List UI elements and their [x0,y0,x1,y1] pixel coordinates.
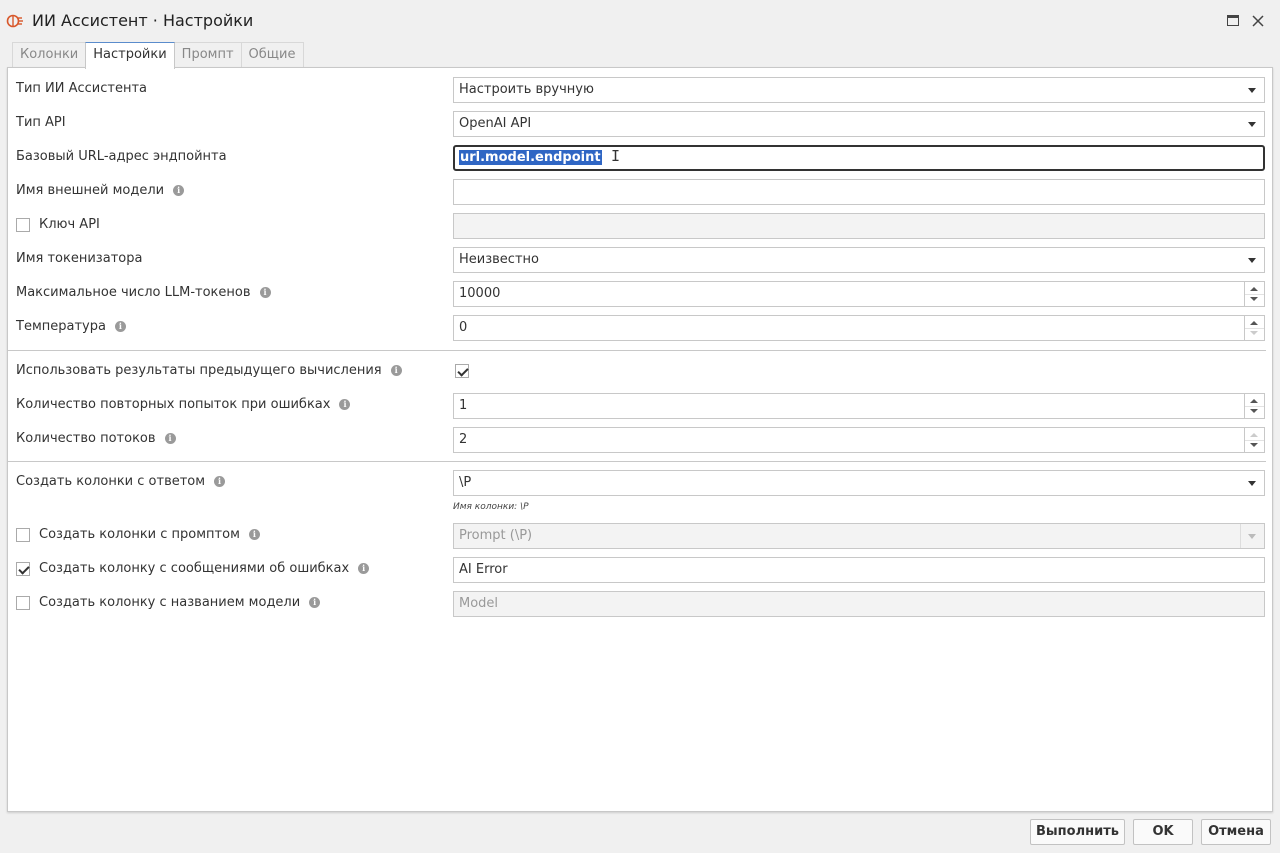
ok-button[interactable]: OK [1133,819,1193,845]
column-name-hint: Имя колонки: \P [453,502,529,512]
threads-row: Количество потоков i 2 [8,427,1274,453]
info-icon[interactable]: i [173,185,185,196]
api-key-checkbox[interactable] [16,217,30,232]
api-key-input [453,213,1265,239]
tab-settings[interactable]: Настройки [85,42,175,69]
use-previous-checkbox[interactable] [455,364,469,378]
info-icon[interactable]: i [248,529,260,540]
endpoint-input[interactable]: url.model.endpoint [453,145,1265,171]
spin-up-icon[interactable] [1250,399,1258,403]
spinner-buttons[interactable] [1244,316,1264,340]
spin-up-icon[interactable] [1250,321,1258,325]
run-button[interactable]: Выполнить [1030,819,1125,845]
tokenizer-row: Имя токенизатора Неизвестно [8,247,1274,273]
endpoint-selected-text: url.model.endpoint [459,150,602,165]
text-cursor-icon: I [611,147,621,165]
ai-brain-icon [6,14,23,28]
model-column-label: Создать колонку с названием модели [39,595,301,610]
temperature-row: Температура i 0 [8,315,1274,341]
spin-up-icon [1250,433,1258,437]
chevron-down-icon [1248,481,1256,486]
spinner-buttons[interactable] [1244,394,1264,418]
tab-bar: Колонки Настройки Промпт Общие [12,42,304,69]
info-icon[interactable]: i [259,287,271,298]
answer-columns-row: Создать колонки с ответом i \P [8,470,1274,496]
prompt-columns-label: Создать колонки с промптом [39,527,240,542]
spin-up-icon[interactable] [1250,287,1258,291]
api-type-row: Тип API OpenAI API [8,111,1274,137]
threads-spinner[interactable]: 2 [453,427,1265,453]
max-tokens-spinner[interactable]: 10000 [453,281,1265,307]
max-tokens-label: Максимальное число LLM-токенов [16,285,251,300]
tab-general[interactable]: Общие [240,42,304,68]
settings-panel: Тип ИИ Ассистента Настроить вручную Тип … [7,67,1273,812]
title-bar: ИИ Ассистент · Настройки [0,0,1280,42]
model-column-input: Model [453,591,1265,617]
retries-row: Количество повторных попыток при ошибках… [8,393,1274,419]
chevron-down-icon [1248,122,1256,127]
assistant-type-row: Тип ИИ Ассистента Настроить вручную [8,77,1274,103]
use-previous-row: Использовать результаты предыдущего вычи… [8,359,1274,385]
assistant-type-label: Тип ИИ Ассистента [16,81,147,96]
chevron-down-icon [1248,534,1256,539]
use-previous-label: Использовать результаты предыдущего вычи… [16,363,382,378]
spin-down-icon[interactable] [1250,297,1258,301]
spin-down-icon[interactable] [1250,443,1258,447]
retries-spinner[interactable]: 1 [453,393,1265,419]
answer-columns-label: Создать колонки с ответом [16,474,206,489]
spin-down-icon[interactable] [1250,409,1258,413]
info-icon[interactable]: i [358,563,370,574]
info-icon[interactable]: i [390,365,402,376]
error-column-checkbox[interactable] [16,561,30,576]
chevron-down-icon [1248,258,1256,263]
external-model-input[interactable] [453,179,1265,205]
api-type-label: Тип API [16,115,66,130]
spinner-buttons[interactable] [1244,428,1264,452]
endpoint-label: Базовый URL-адрес эндпойнта [16,149,227,164]
close-icon[interactable] [1249,12,1267,30]
external-model-row: Имя внешней модели i [8,179,1274,205]
info-icon[interactable]: i [214,476,226,487]
tokenizer-label: Имя токенизатора [16,251,143,266]
assistant-type-select[interactable]: Настроить вручную [453,77,1265,103]
info-icon[interactable]: i [309,597,321,608]
divider [8,461,1266,462]
model-column-checkbox[interactable] [16,595,30,610]
spin-down-icon [1250,331,1258,335]
maximize-icon[interactable] [1224,12,1242,30]
tokenizer-select[interactable]: Неизвестно [453,247,1265,273]
api-key-row: Ключ API [8,213,1274,239]
info-icon[interactable]: i [339,399,351,410]
model-column-row: Создать колонку с названием модели i Mode… [8,591,1274,617]
prompt-columns-row: Создать колонки с промптом i Prompt (\P) [8,523,1274,549]
error-column-label: Создать колонку с сообщениями об ошибках [39,561,350,576]
prompt-columns-select: Prompt (\P) [453,523,1265,549]
spinner-buttons[interactable] [1244,282,1264,306]
api-key-label: Ключ API [39,217,100,232]
info-icon[interactable]: i [114,321,126,332]
error-column-row: Создать колонку с сообщениями об ошибках… [8,557,1274,583]
cancel-button[interactable]: Отмена [1201,819,1271,845]
endpoint-row: Базовый URL-адрес эндпойнта url.model.en… [8,145,1274,171]
external-model-label: Имя внешней модели [16,183,165,198]
tab-prompt[interactable]: Промпт [173,42,242,68]
window-title: ИИ Ассистент · Настройки [32,11,254,30]
divider [8,350,1266,351]
threads-label: Количество потоков [16,431,156,446]
error-column-input[interactable]: AI Error [453,557,1265,583]
chevron-down-icon [1248,88,1256,93]
temperature-spinner[interactable]: 0 [453,315,1265,341]
temperature-label: Температура [16,319,106,334]
answer-columns-select[interactable]: \P [453,470,1265,496]
prompt-columns-checkbox[interactable] [16,527,30,542]
retries-label: Количество повторных попыток при ошибках [16,397,331,412]
tab-columns[interactable]: Колонки [12,42,87,68]
api-type-select[interactable]: OpenAI API [453,111,1265,137]
max-tokens-row: Максимальное число LLM-токенов i 10000 [8,281,1274,307]
info-icon[interactable]: i [164,433,176,444]
